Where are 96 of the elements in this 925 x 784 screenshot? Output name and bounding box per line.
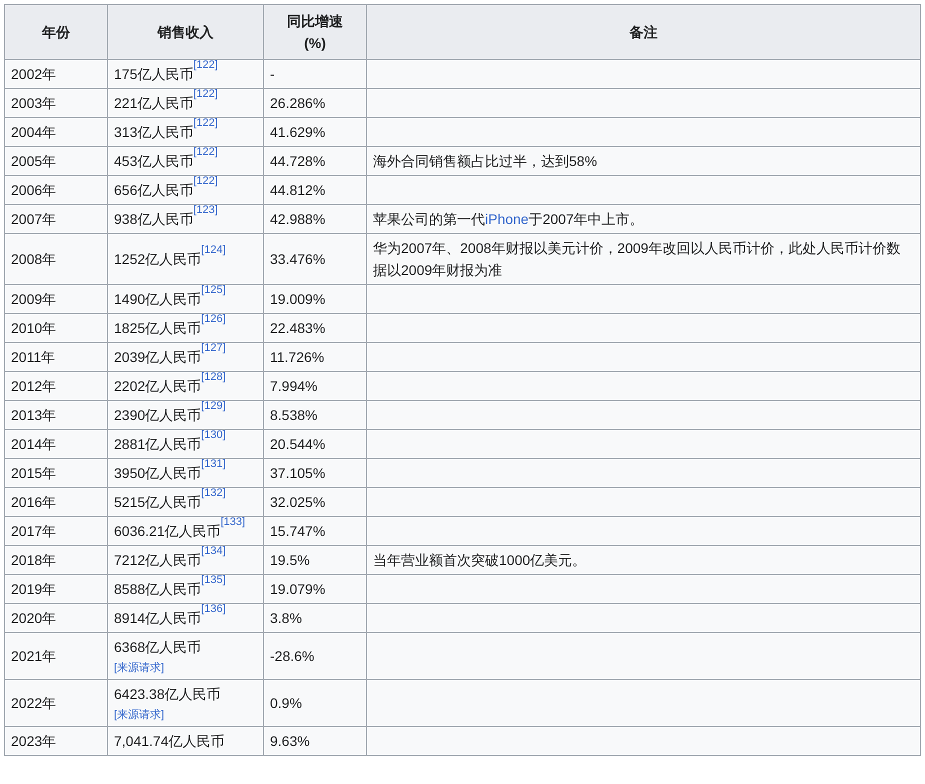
reference-link[interactable]: [135] xyxy=(201,574,226,586)
revenue-text: 7,041.74亿人民币 xyxy=(114,733,224,749)
growth-cell: 44.812% xyxy=(264,176,366,204)
revenue-text: 6368亿人民币 xyxy=(114,639,202,655)
reference-link[interactable]: [123] xyxy=(193,204,218,216)
revenue-text: 8588亿人民币 xyxy=(114,581,202,597)
growth-cell: - xyxy=(264,60,366,88)
reference-link[interactable]: [124] xyxy=(201,244,226,256)
citation-needed-link[interactable]: [来源请求] xyxy=(114,709,164,721)
reference-link[interactable]: [122] xyxy=(193,58,218,70)
revenue-text: 1252亿人民币 xyxy=(114,251,202,267)
growth-cell: 41.629% xyxy=(264,118,366,146)
remark-text: 苹果公司的第一代iPhone于2007年中上市。 xyxy=(373,211,644,227)
growth-cell: 42.988% xyxy=(264,204,366,234)
year-cell: 2009年 xyxy=(4,284,108,314)
growth-cell: 7.994% xyxy=(264,372,366,400)
growth-cell: 22.483% xyxy=(264,314,366,342)
reference-link[interactable]: [131] xyxy=(201,458,226,470)
reference-link[interactable]: [132] xyxy=(201,486,226,498)
growth-cell: 19.009% xyxy=(264,284,366,314)
remark-text: 华为2007年、2008年财报以美元计价，2009年改回以人民币计价，此处人民币计价数据以2009年财报为准 xyxy=(373,240,900,278)
revenue-text: 2390亿人民币 xyxy=(114,407,202,423)
year-cell: 2015年 xyxy=(4,458,108,488)
revenue-text: 2039亿人民币 xyxy=(114,349,202,365)
reference-link[interactable]: [134] xyxy=(201,544,226,556)
year-cell: 2006年 xyxy=(4,176,108,204)
revenue-text: 453亿人民币 xyxy=(114,153,194,169)
revenue-text: 221亿人民币 xyxy=(114,95,194,111)
revenue-text: 938亿人民币 xyxy=(114,211,194,227)
revenue-text: 6423.38亿人民币 xyxy=(114,686,221,702)
column-header: 备注 xyxy=(366,4,920,60)
growth-cell: 19.5% xyxy=(264,546,366,574)
growth-cell: -28.6% xyxy=(264,632,366,680)
remark-text: 当年营业额首次突破1000亿美元。 xyxy=(373,552,586,568)
year-cell: 2018年 xyxy=(4,546,108,574)
growth-cell: 9.63% xyxy=(264,726,366,756)
year-cell: 2010年 xyxy=(4,314,108,342)
revenue-text: 2881亿人民币 xyxy=(114,436,202,452)
revenue-text: 313亿人民币 xyxy=(114,124,194,140)
year-cell: 2012年 xyxy=(4,372,108,400)
year-cell: 2023年 xyxy=(4,726,108,756)
year-cell: 2011年 xyxy=(4,342,108,372)
reference-link[interactable]: [133] xyxy=(220,516,246,528)
year-cell: 2003年 xyxy=(4,88,108,118)
growth-cell: 3.8% xyxy=(264,604,366,632)
year-cell: 2019年 xyxy=(4,574,108,604)
citation-needed-link[interactable]: [来源请求] xyxy=(114,662,164,674)
year-cell: 2008年 xyxy=(4,234,108,284)
year-cell: 2002年 xyxy=(4,60,108,88)
reference-link[interactable]: [129] xyxy=(201,400,226,412)
reference-link[interactable]: [127] xyxy=(201,342,226,354)
reference-link[interactable]: [128] xyxy=(201,370,226,382)
reference-link[interactable]: [126] xyxy=(201,312,226,324)
revenue-text: 5215亿人民币 xyxy=(114,494,202,510)
year-cell: 2022年 xyxy=(4,680,108,726)
remark-text: 海外合同销售额占比过半，达到58% xyxy=(373,153,598,169)
growth-cell: 33.476% xyxy=(264,234,366,284)
reference-link[interactable]: [125] xyxy=(201,284,226,296)
revenue-text: 8914亿人民币 xyxy=(114,610,202,626)
reference-link[interactable]: [130] xyxy=(201,428,226,440)
reference-link[interactable]: [122] xyxy=(193,146,218,158)
growth-cell: 15.747% xyxy=(264,516,366,546)
year-cell: 2004年 xyxy=(4,118,108,146)
revenue-text: 656亿人民币 xyxy=(114,182,194,198)
revenue-text: 7212亿人民币 xyxy=(114,552,202,568)
revenue-text: 1825亿人民币 xyxy=(114,320,202,336)
reference-link[interactable]: [122] xyxy=(193,116,218,128)
growth-cell: 0.9% xyxy=(264,680,366,726)
revenue-text: 3950亿人民币 xyxy=(114,465,202,481)
year-cell: 2017年 xyxy=(4,516,108,546)
growth-cell: 26.286% xyxy=(264,88,366,118)
revenue-text: 2202亿人民币 xyxy=(114,378,202,394)
year-cell: 2020年 xyxy=(4,604,108,632)
year-cell: 2007年 xyxy=(4,204,108,234)
growth-cell: 8.538% xyxy=(264,400,366,430)
revenue-text: 6036.21亿人民币 xyxy=(114,523,221,539)
reference-link[interactable]: [136] xyxy=(201,602,226,614)
growth-cell: 32.025% xyxy=(264,488,366,516)
year-cell: 2005年 xyxy=(4,146,108,176)
year-cell: 2021年 xyxy=(4,632,108,680)
reference-link[interactable]: [122] xyxy=(193,174,218,186)
year-cell: 2014年 xyxy=(4,430,108,458)
column-header: 销售收入 xyxy=(108,4,264,60)
growth-cell: 37.105% xyxy=(264,458,366,488)
column-header: 同比增速 (%) xyxy=(264,4,366,60)
reference-link[interactable]: [122] xyxy=(193,88,218,100)
column-header: 年份 xyxy=(4,4,108,60)
growth-cell: 20.544% xyxy=(264,430,366,458)
revenue-text: 1490亿人民币 xyxy=(114,291,202,307)
year-cell: 2013年 xyxy=(4,400,108,430)
revenue-text: 175亿人民币 xyxy=(114,66,194,82)
growth-cell: 19.079% xyxy=(264,574,366,604)
growth-cell: 11.726% xyxy=(264,342,366,372)
year-cell: 2016年 xyxy=(4,488,108,516)
iphone-link[interactable]: iPhone xyxy=(485,211,529,227)
growth-cell: 44.728% xyxy=(264,146,366,176)
